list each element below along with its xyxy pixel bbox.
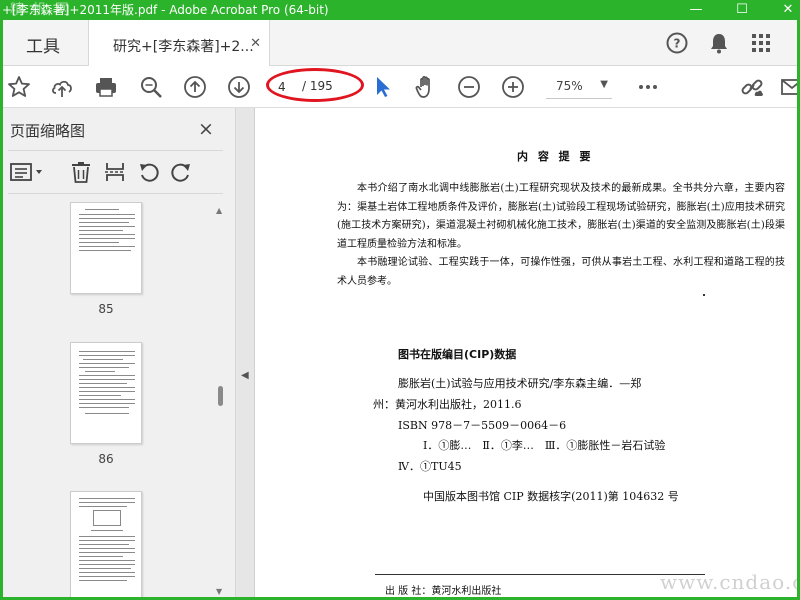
page-thumbnail[interactable] <box>70 202 142 294</box>
cip-line: 州：黄河水利出版社，2011.6 <box>373 398 522 411</box>
star-icon[interactable] <box>7 75 31 99</box>
svg-text:?: ? <box>674 37 681 51</box>
window-titlebar: +[李东森著]+2011年版.pdf - Adobe Acrobat Pro (… <box>0 0 800 20</box>
select-cursor-icon[interactable] <box>372 75 396 99</box>
page-thumbnail[interactable] <box>70 342 142 444</box>
scroll-down-icon[interactable]: ▼ <box>216 587 222 596</box>
zoom-in-icon[interactable] <box>501 75 525 99</box>
search-zoom-icon[interactable] <box>139 75 163 99</box>
document-view[interactable]: 内 容 提 要 本书介绍了南水北调中线膨胀岩(土)工程研究现状及技术的最新成果。… <box>255 108 800 600</box>
summary-text: 本书介绍了南水北调中线膨胀岩(土)工程研究现状及技术的最新成果。全书共分六章，主… <box>337 180 785 292</box>
bottom-watermark: www.cndao.com <box>660 570 800 594</box>
divider <box>375 574 705 575</box>
page-up-icon[interactable] <box>183 75 207 99</box>
close-icon[interactable]: ✕ <box>780 2 796 18</box>
cip-isbn: ISBN 978－7－5509－0064－6 <box>398 419 567 432</box>
zoom-select[interactable]: 75% ▼ <box>546 75 612 99</box>
delete-icon[interactable] <box>70 161 92 183</box>
undo-rotate-icon[interactable] <box>138 161 160 183</box>
cip-heading: 图书在版编目(CIP)数据 <box>398 348 517 361</box>
thumbnail-label: 85 <box>98 302 114 316</box>
tab-bar: 工具 研究+[李东森著]+2... ✕ ? <box>0 20 800 67</box>
publisher-line: 出 版 社：黄河水利出版社 <box>385 586 502 597</box>
top-watermark: 精 帆 网 <box>10 2 71 18</box>
thumbnails-panel: 页面缩略图 × 85 86 ▲ ▼ <box>0 108 236 600</box>
hand-icon[interactable] <box>414 75 438 99</box>
email-icon[interactable] <box>780 75 800 99</box>
cip-record-number: 中国版本图书馆 CIP 数据核字(2011)第 104632 号 <box>423 490 679 503</box>
thumbnail-scrollbar[interactable]: ▲ ▼ <box>213 202 228 600</box>
options-menu-icon[interactable] <box>10 161 46 183</box>
minimize-icon[interactable]: — <box>688 2 704 18</box>
classification: Ⅰ．①膨… Ⅱ．①李… Ⅲ．①膨胀性－岩石试验 Ⅳ．①TU45 <box>398 435 666 477</box>
more-icon[interactable] <box>636 75 660 99</box>
scroll-up-icon[interactable]: ▲ <box>216 206 222 215</box>
panel-toolbar <box>8 150 223 194</box>
zoom-out-icon[interactable] <box>457 75 481 99</box>
bell-icon[interactable] <box>708 32 730 54</box>
extract-icon[interactable] <box>104 161 126 183</box>
page-thumbnail[interactable] <box>70 491 142 600</box>
share-link-icon[interactable] <box>740 75 764 99</box>
document-tab-label: 研究+[李东森著]+2... <box>113 39 254 55</box>
zoom-value: 75% <box>556 79 583 93</box>
page-dot <box>703 294 705 296</box>
classification-line: Ⅳ．①TU45 <box>398 460 462 473</box>
panel-title: 页面缩略图 <box>10 122 86 140</box>
summary-paragraph: 本书融理论试验、工程实践于一体，可操作性强，可供从事岩土工程、水利工程和道路工程… <box>337 257 785 287</box>
close-tab-icon[interactable]: ✕ <box>250 36 261 51</box>
cip-body: 膨胀岩(土)试验与应用技术研究/李东森主编．—郑 州：黄河水利出版社，2011.… <box>373 373 642 436</box>
collapse-arrow-icon[interactable]: ◀ <box>241 370 249 381</box>
chevron-down-icon: ▼ <box>600 79 608 90</box>
apps-grid-icon[interactable] <box>750 32 772 54</box>
cloud-upload-icon[interactable] <box>50 75 74 99</box>
page-down-icon[interactable] <box>227 75 251 99</box>
help-icon[interactable]: ? <box>666 32 688 54</box>
panel-collapse-strip[interactable]: ◀ <box>236 108 255 600</box>
summary-heading: 内 容 提 要 <box>517 150 594 163</box>
thumbnail-list[interactable]: 85 86 <box>0 202 236 600</box>
tab-tools[interactable]: 工具 <box>0 20 88 66</box>
current-page-input[interactable] <box>278 79 298 95</box>
panel-close-icon[interactable]: × <box>198 118 214 140</box>
tab-document[interactable]: 研究+[李东森著]+2... ✕ <box>88 20 270 67</box>
classification-line: Ⅰ．①膨… Ⅱ．①李… Ⅲ．①膨胀性－岩石试验 <box>423 439 666 452</box>
main-toolbar: / 195 75% ▼ <box>0 66 800 108</box>
total-pages: / 195 <box>302 79 333 93</box>
redo-rotate-icon[interactable] <box>170 161 192 183</box>
print-icon[interactable] <box>94 75 118 99</box>
maximize-icon[interactable]: ☐ <box>734 2 750 18</box>
cip-line: 膨胀岩(土)试验与应用技术研究/李东森主编．—郑 <box>398 377 642 390</box>
scrollbar-thumb[interactable] <box>218 386 223 406</box>
page-navigator: / 195 <box>272 74 368 100</box>
thumbnail-label: 86 <box>98 452 114 466</box>
summary-paragraph: 本书介绍了南水北调中线膨胀岩(土)工程研究现状及技术的最新成果。全书共分六章，主… <box>337 183 785 250</box>
pdf-page: 内 容 提 要 本书介绍了南水北调中线膨胀岩(土)工程研究现状及技术的最新成果。… <box>255 108 800 600</box>
